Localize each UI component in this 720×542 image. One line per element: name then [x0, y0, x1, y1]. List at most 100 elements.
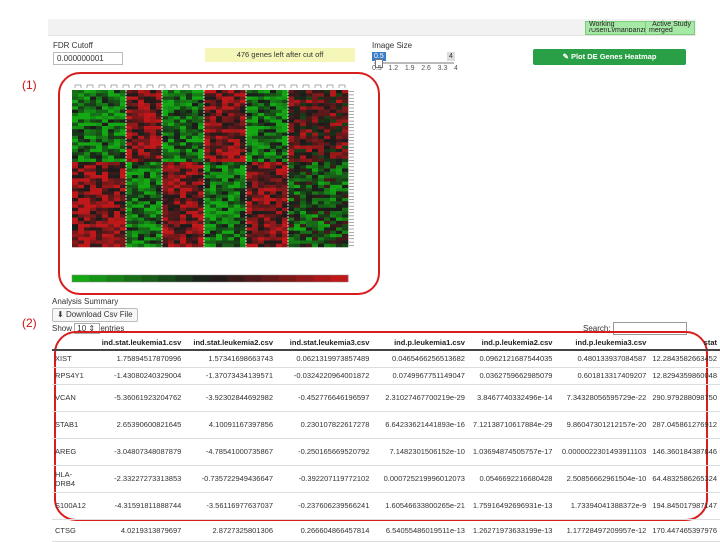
- table-cell: 194.845017987147: [649, 492, 720, 520]
- table-header-row: ind.stat.leukemia1.csv ind.stat.leukemia…: [52, 336, 720, 351]
- table-cell: 6.54055486019511e-13: [372, 519, 468, 542]
- download-button-label: Download Csv File: [65, 310, 133, 319]
- pencil-icon: ✎: [562, 52, 569, 61]
- table-cell: -3.56116977637037: [184, 492, 276, 520]
- table-cell: 287.045861276912: [649, 411, 720, 439]
- table-cell: 12.8294359860048: [649, 367, 720, 385]
- table-row: STAB1 2.65390600821645 4.10091167397856 …: [52, 411, 720, 439]
- table-cell: 170.447465397976: [649, 519, 720, 542]
- column-header[interactable]: ind.p.leukemia1.csv: [372, 336, 468, 351]
- table-cell: 1.2627197363319​9e-13: [467, 519, 556, 542]
- slider-track[interactable]: [374, 62, 454, 64]
- slider-tick-label: 2.6: [421, 65, 431, 72]
- active-study-badge: Active Study merged: [645, 21, 695, 35]
- column-header[interactable]: ind.p.leukemia3.csv: [555, 336, 650, 351]
- gene-name-cell: HLA-DRB4: [52, 465, 89, 493]
- table-cell: 1.60546633800265e-21: [372, 492, 468, 520]
- column-header[interactable]: stat: [649, 336, 720, 351]
- top-status-bar: Working /User/Lvmanbanzho... Active Stud…: [48, 19, 696, 36]
- table-cell: -0.250165669520792: [276, 438, 373, 466]
- plot-button-label: Plot DE Genes Heatmap: [570, 52, 657, 61]
- study-name-label: merged: [649, 27, 673, 34]
- table-cell: 146.360184387846: [649, 438, 720, 466]
- table-cell: -0.735722949436647: [184, 465, 276, 493]
- wrapped-cell-text: HLA-DRB4: [55, 469, 76, 488]
- annotation-marker-1: (1): [22, 78, 37, 92]
- table-cell: 2.65390600821645: [88, 411, 185, 439]
- gene-name-cell: AREG: [52, 438, 89, 466]
- table-cell: -3.04807348087879: [88, 438, 185, 466]
- gene-name-cell: S100A12: [52, 492, 89, 520]
- column-header[interactable]: ind.stat.leukemia2.csv: [184, 336, 276, 351]
- table-cell: 7.34328056595729e-22: [555, 384, 650, 412]
- wrapped-cell-text: 1.2627197363319​9e-13: [472, 525, 553, 535]
- table-cell: 4.10091167397856: [184, 411, 276, 439]
- table-cell: 1.57341698663743: [184, 350, 276, 368]
- heatmap-highlight-frame: [58, 72, 380, 295]
- table-cell: 2.50856662961504e-10: [555, 465, 650, 493]
- table-cell: 1.17728497209957e-12: [555, 519, 650, 542]
- slider-tick-labels: 0.5 1.2 1.9 2.6 3.3 4: [372, 65, 458, 72]
- table-cell: 0.0749967751149047: [372, 367, 468, 385]
- summary-table: ind.stat.leukemia1.csv ind.stat.leukemia…: [52, 336, 720, 542]
- table-cell: -0.237606239566241: [276, 492, 373, 520]
- table-cell: 0.000725219996012073: [372, 465, 468, 493]
- slider-tick-label: 0.5: [372, 65, 382, 72]
- plot-de-genes-heatmap-button[interactable]: ✎ Plot DE Genes Heatmap: [533, 49, 686, 65]
- table-cell: 4.0219313879697: [88, 519, 185, 542]
- table-cell: 2.31027467700219e-29: [372, 384, 468, 412]
- table-cell: -1.43080240329004: [88, 367, 185, 385]
- table-cell: -2.33227273313853: [88, 465, 185, 493]
- table-cell: -0.452776646196597: [276, 384, 373, 412]
- table-cell: 1.73394041388372e-9: [555, 492, 650, 520]
- gene-name-cell: XIST: [52, 350, 89, 368]
- table-row: VCAN -5.36061923204762 -3.92302844692982…: [52, 384, 720, 412]
- table-cell: 290.979288098750: [649, 384, 720, 412]
- wrapped-cell-text: 1.0369487450575​7e-17: [472, 447, 553, 456]
- table-cell: 0.601813317409207: [555, 367, 650, 385]
- column-header[interactable]: ind.stat.leukemia1.csv: [88, 336, 185, 351]
- wrapped-cell-text: 3.8467740332496​e-14: [476, 393, 553, 402]
- table-cell: 0.0546692216680428: [467, 465, 556, 493]
- table-cell: 0.266604866457814: [276, 519, 373, 542]
- table-cell: 0.230107822617278: [276, 411, 373, 439]
- table-cell: 3.8467740332496​e-14: [467, 384, 556, 412]
- analysis-summary-label: Analysis Summary: [52, 297, 119, 306]
- table-row: AREG -3.04807348087879 -4.78541000735867…: [52, 438, 720, 466]
- gene-name-cell: VCAN: [52, 384, 89, 412]
- table-cell: -4.78541000735867: [184, 438, 276, 466]
- table-cell: 0.0362759662985079: [467, 367, 556, 385]
- fdr-cutoff-input[interactable]: 0.000000001: [53, 52, 123, 65]
- table-row: S100A12 -4.31591811888744 -3.56116977637…: [52, 492, 720, 520]
- gene-name-cell: RPS4Y1: [52, 367, 89, 385]
- download-csv-button[interactable]: ⬇ Download Csv File: [52, 308, 138, 322]
- gene-name-cell: CTSG: [52, 519, 89, 542]
- column-header[interactable]: ind.stat.leukemia3.csv: [276, 336, 373, 351]
- table-row: XIST 1.75894517870996 1.57341698663743 0…: [52, 350, 720, 368]
- annotation-marker-2: (2): [22, 316, 37, 330]
- table-cell: -5.36061923204762: [88, 384, 185, 412]
- table-cell: 64.4832586265324: [649, 465, 720, 493]
- table-cell: 1.0369487450575​7e-17: [467, 438, 556, 466]
- column-header[interactable]: ind.p.leukemia2.csv: [467, 336, 556, 351]
- fdr-cutoff-label: FDR Cutoff: [53, 41, 93, 50]
- user-path-label: /User/Lvmanbanzho...: [589, 28, 649, 34]
- wrapped-cell-text: 1.7591649269693​1e-13: [472, 501, 553, 510]
- table-cell: -4.31591811888744: [88, 492, 185, 520]
- table-cell: 7.1482301506152e-10: [372, 438, 468, 466]
- table-cell: 0.0465466256513682: [372, 350, 468, 368]
- table-cell: 0.0000022301493911103: [555, 438, 650, 466]
- table-cell: 0.480133937084587: [555, 350, 650, 368]
- table-cell: 1.7591649269693​1e-13: [467, 492, 556, 520]
- table-cell: 0.0621319973857489: [276, 350, 373, 368]
- image-size-label: Image Size: [372, 41, 413, 50]
- download-icon: ⬇: [57, 310, 64, 319]
- image-size-slider[interactable]: 0.5 4 0.5 1.2 1.9 2.6 3.3 4: [372, 52, 458, 72]
- column-header[interactable]: [52, 336, 89, 351]
- slider-max-badge: 4: [447, 52, 455, 61]
- table-row: RPS4Y1 -1.43080240329004 -1.370734341395…: [52, 367, 720, 385]
- table-row: CTSG 4.0219313879697 2.8727325801306 0.2…: [52, 519, 720, 542]
- table-cell: -3.92302844692982: [184, 384, 276, 412]
- gene-name-cell: STAB1: [52, 411, 89, 439]
- slider-tick-label: 3.3: [437, 65, 448, 72]
